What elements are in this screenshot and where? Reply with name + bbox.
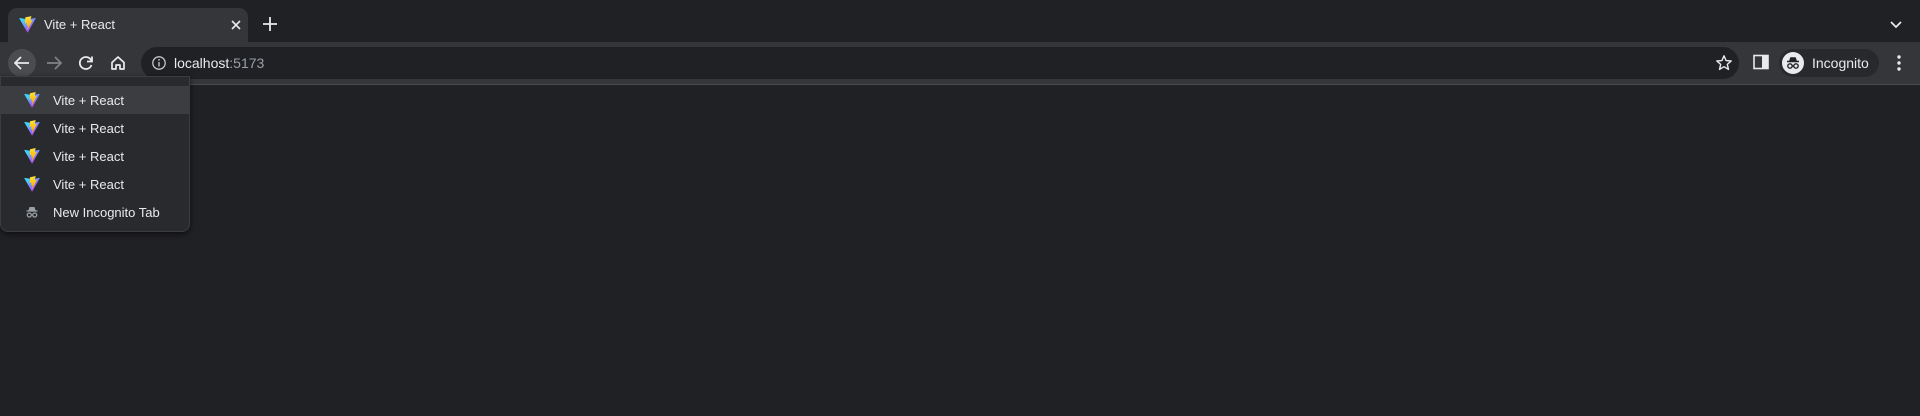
side-panel-icon[interactable] <box>1752 53 1770 71</box>
back-history-menu: Vite + React Vite + React Vite + React V… <box>0 76 190 232</box>
tab-strip: Vite + React <box>0 0 1920 42</box>
url-host: localhost <box>174 55 230 71</box>
forward-arrow-icon[interactable] <box>40 49 68 77</box>
home-icon[interactable] <box>104 49 132 77</box>
close-tab-icon[interactable] <box>228 17 244 33</box>
url-text: localhost:5173 <box>174 55 264 71</box>
vite-logo-icon <box>19 16 36 33</box>
page-content <box>0 85 1920 416</box>
address-bar[interactable]: localhost:5173 <box>141 47 1739 79</box>
bookmark-star-icon[interactable] <box>1715 54 1733 72</box>
profile-label: Incognito <box>1812 55 1869 71</box>
incognito-icon <box>26 207 38 218</box>
history-item-label: Vite + React <box>53 93 124 108</box>
history-item[interactable]: Vite + React <box>1 170 189 198</box>
profile-button[interactable]: Incognito <box>1779 49 1879 77</box>
toolbar: localhost:5173 Incognito <box>0 42 1920 84</box>
vite-logo-icon <box>24 148 40 164</box>
url-port: :5173 <box>229 55 265 71</box>
more-options-icon[interactable] <box>1890 53 1908 73</box>
tab-title: Vite + React <box>44 17 115 32</box>
vite-logo-icon <box>24 176 40 192</box>
history-item[interactable]: New Incognito Tab <box>1 198 189 226</box>
incognito-avatar-icon <box>1782 52 1804 74</box>
reload-icon[interactable] <box>72 49 100 77</box>
new-tab-icon[interactable] <box>260 14 280 34</box>
history-item-label: Vite + React <box>53 177 124 192</box>
history-item-label: Vite + React <box>53 149 124 164</box>
history-item[interactable]: Vite + React <box>1 114 189 142</box>
back-arrow-icon[interactable] <box>8 49 36 77</box>
vite-logo-icon <box>24 120 40 136</box>
browser-tab[interactable]: Vite + React <box>8 8 248 42</box>
site-info-icon[interactable] <box>151 55 167 71</box>
history-item-label: Vite + React <box>53 121 124 136</box>
chevron-down-icon[interactable] <box>1886 15 1906 35</box>
history-item[interactable]: Vite + React <box>1 142 189 170</box>
vite-logo-icon <box>24 92 40 108</box>
history-item[interactable]: Vite + React <box>1 86 189 114</box>
history-item-label: New Incognito Tab <box>53 205 160 220</box>
